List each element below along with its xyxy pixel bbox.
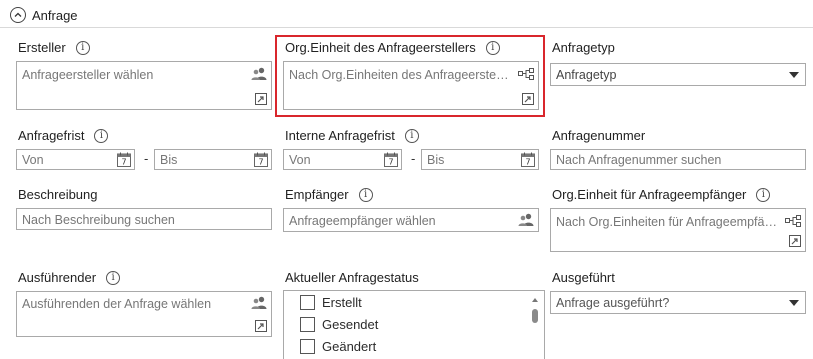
ersteller-label: Ersteller xyxy=(18,40,66,55)
org-ersteller-label: Org.Einheit des Anfrageerstellers xyxy=(285,40,476,55)
user-group-icon[interactable] xyxy=(518,213,534,227)
info-icon[interactable]: i xyxy=(485,40,500,55)
org-empfaenger-placeholder: Nach Org.Einheiten für Anfrageempfäng... xyxy=(556,215,780,229)
beschreibung-input[interactable]: Nach Beschreibung suchen xyxy=(16,208,272,230)
ersteller-label-row: Ersteller i xyxy=(18,40,90,55)
date-range-separator: - xyxy=(411,151,416,166)
list-item[interactable]: Erstellt xyxy=(300,295,362,310)
ausgefuehrt-label: Ausgeführt xyxy=(552,270,615,285)
beschreibung-label: Beschreibung xyxy=(18,187,98,202)
ausfuehrender-field[interactable]: Ausführenden der Anfrage wählen xyxy=(16,291,272,337)
section-toggle[interactable]: Anfrage xyxy=(10,4,78,26)
org-ersteller-label-row: Org.Einheit des Anfrageerstellers i xyxy=(285,40,500,55)
checkbox[interactable] xyxy=(300,339,315,354)
empfaenger-placeholder: Anfrageempfänger wählen xyxy=(289,214,436,228)
info-icon[interactable]: i xyxy=(358,187,373,202)
org-ersteller-placeholder: Nach Org.Einheiten des Anfrageersteller.… xyxy=(289,68,511,82)
status-checkbox-list[interactable]: Erstellt Gesendet Geändert xyxy=(283,290,545,359)
expand-icon[interactable] xyxy=(255,93,267,105)
svg-text:7: 7 xyxy=(525,158,530,167)
ausfuehrender-label-row: Ausführender i xyxy=(18,270,121,285)
ausgefuehrt-value: Anfrage ausgeführt? xyxy=(556,296,670,310)
date-range-separator: - xyxy=(144,151,149,166)
anfragenummer-input[interactable]: Nach Anfragenummer suchen xyxy=(550,149,806,170)
org-empfaenger-field[interactable]: Nach Org.Einheiten für Anfrageempfäng... xyxy=(550,208,806,252)
svg-text:7: 7 xyxy=(388,158,393,167)
anfragenummer-label-row: Anfragenummer xyxy=(552,128,645,143)
beschreibung-placeholder: Nach Beschreibung suchen xyxy=(22,213,175,227)
calendar-icon[interactable]: 7 xyxy=(521,152,535,167)
user-group-icon[interactable] xyxy=(251,296,267,310)
status-label: Aktueller Anfragestatus xyxy=(285,270,419,285)
interne-frist-from-placeholder: Von xyxy=(289,153,311,167)
list-item[interactable]: Geändert xyxy=(300,339,376,354)
anfragenummer-label: Anfragenummer xyxy=(552,128,646,143)
chevron-down-icon[interactable] xyxy=(789,72,799,78)
anfragetyp-select[interactable]: Anfragetyp xyxy=(550,63,806,86)
svg-text:7: 7 xyxy=(258,158,263,167)
org-tree-icon[interactable] xyxy=(518,68,535,80)
anfragefrist-label-row: Anfragefrist i xyxy=(18,128,109,143)
interne-frist-to-field[interactable]: Bis 7 xyxy=(421,149,539,170)
expand-icon[interactable] xyxy=(789,235,801,247)
status-option-label: Gesendet xyxy=(322,317,379,332)
anfragefrist-from-field[interactable]: Von 7 xyxy=(16,149,135,170)
status-option-label: Geändert xyxy=(322,339,377,354)
status-label-row: Aktueller Anfragestatus xyxy=(285,270,419,285)
ausfuehrender-placeholder: Ausführenden der Anfrage wählen xyxy=(22,297,212,311)
info-icon[interactable]: i xyxy=(75,40,90,55)
org-ersteller-field[interactable]: Nach Org.Einheiten des Anfrageersteller.… xyxy=(283,61,539,110)
info-icon[interactable]: i xyxy=(106,270,121,285)
scrollbar-thumb[interactable] xyxy=(532,309,538,323)
anfragetyp-label-row: Anfragetyp xyxy=(552,40,615,55)
anfragefrist-from-placeholder: Von xyxy=(22,153,44,167)
anfragefrist-to-field[interactable]: Bis 7 xyxy=(154,149,272,170)
list-item[interactable]: Gesendet xyxy=(300,317,378,332)
calendar-icon[interactable]: 7 xyxy=(117,152,131,167)
interne-frist-label-row: Interne Anfragefrist i xyxy=(285,128,419,143)
expand-icon[interactable] xyxy=(255,320,267,332)
empfaenger-label-row: Empfänger i xyxy=(285,187,373,202)
org-empfaenger-label: Org.Einheit für Anfrageempfänger xyxy=(552,187,747,202)
chevron-down-icon[interactable] xyxy=(789,300,799,306)
interne-frist-label: Interne Anfragefrist xyxy=(285,128,395,143)
svg-text:7: 7 xyxy=(121,158,126,167)
status-option-label: Erstellt xyxy=(322,295,362,310)
anfragefrist-to-placeholder: Bis xyxy=(160,153,178,167)
ausfuehrender-label: Ausführender xyxy=(18,270,97,285)
info-icon[interactable]: i xyxy=(404,128,419,143)
info-icon[interactable]: i xyxy=(94,128,109,143)
anfragenummer-placeholder: Nach Anfragenummer suchen xyxy=(556,153,722,167)
empfaenger-label: Empfänger xyxy=(285,187,349,202)
section-title: Anfrage xyxy=(32,7,78,23)
anfragetyp-value: Anfragetyp xyxy=(556,68,617,82)
scroll-up-icon[interactable] xyxy=(531,296,539,304)
ausgefuehrt-label-row: Ausgeführt xyxy=(552,270,615,285)
empfaenger-field[interactable]: Anfrageempfänger wählen xyxy=(283,208,539,232)
org-tree-icon[interactable] xyxy=(785,215,802,227)
anfragefrist-label: Anfragefrist xyxy=(18,128,85,143)
ausgefuehrt-select[interactable]: Anfrage ausgeführt? xyxy=(550,291,806,314)
expand-icon[interactable] xyxy=(522,93,534,105)
section-divider xyxy=(0,27,813,28)
interne-frist-to-placeholder: Bis xyxy=(427,153,445,167)
user-group-icon[interactable] xyxy=(251,67,267,81)
calendar-icon[interactable]: 7 xyxy=(254,152,268,167)
checkbox[interactable] xyxy=(300,317,315,332)
chevron-up-icon[interactable] xyxy=(10,7,26,23)
anfragetyp-label: Anfragetyp xyxy=(552,40,615,55)
info-icon[interactable]: i xyxy=(756,187,771,202)
org-empfaenger-label-row: Org.Einheit für Anfrageempfänger i xyxy=(552,187,771,202)
interne-frist-from-field[interactable]: Von 7 xyxy=(283,149,402,170)
beschreibung-label-row: Beschreibung xyxy=(18,187,98,202)
ersteller-placeholder: Anfrageersteller wählen xyxy=(22,68,154,82)
calendar-icon[interactable]: 7 xyxy=(384,152,398,167)
scrollbar[interactable] xyxy=(531,296,539,356)
checkbox[interactable] xyxy=(300,295,315,310)
ersteller-field[interactable]: Anfrageersteller wählen xyxy=(16,61,272,110)
